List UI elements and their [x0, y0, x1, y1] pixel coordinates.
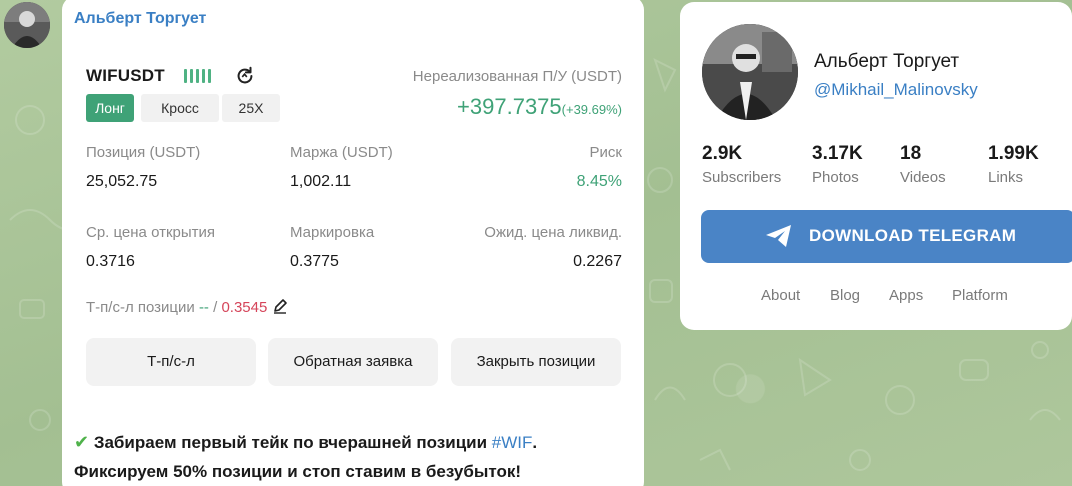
risk-label: Риск — [589, 144, 622, 161]
side-tag: Лонг — [86, 94, 134, 122]
pnl-percent: (+39.69%) — [561, 102, 622, 117]
tpsl-separator: / — [213, 299, 218, 316]
risk-cell: Риск 8.45% — [577, 144, 622, 191]
stat-photos: 3.17K Photos — [812, 143, 863, 186]
refresh-icon[interactable] — [234, 65, 256, 87]
mark-price-value: 0.3775 — [290, 253, 339, 270]
download-label: DOWNLOAD TELEGRAM — [809, 226, 1017, 245]
leverage-tag: 25X — [222, 94, 280, 122]
profile-name: Альберт Торгует — [814, 51, 960, 72]
message-author[interactable]: Альберт Торгует — [74, 10, 206, 28]
stat-caption: Subscribers — [702, 169, 782, 186]
message-text: ✔ Забираем первый тейк по вчерашней пози… — [74, 428, 634, 486]
stat-caption: Photos — [812, 169, 859, 186]
stat-caption: Videos — [900, 169, 946, 186]
message-line-1-end: . — [532, 433, 538, 452]
stat-videos: 18 Videos — [900, 143, 946, 186]
entry-price-cell: Ср. цена открытия 0.3716 — [86, 224, 215, 271]
link-about[interactable]: About — [761, 287, 800, 304]
position-size-cell: Позиция (USDT) 25,052.75 — [86, 144, 200, 191]
telegram-plane-icon — [766, 225, 791, 247]
sl-value: 0.3545 — [221, 299, 268, 316]
liquidation-price-cell: Ожид. цена ликвид. 0.2267 — [484, 224, 622, 271]
message-line-2: Фиксируем 50% позиции и стоп ставим в бе… — [74, 462, 522, 481]
link-blog[interactable]: Blog — [830, 287, 860, 304]
stat-caption: Links — [988, 169, 1024, 186]
download-telegram-button[interactable]: DOWNLOAD TELEGRAM — [701, 210, 1072, 263]
tpsl-label: Т-п/с-л позиции — [86, 299, 195, 316]
entry-price-label: Ср. цена открытия — [86, 224, 216, 241]
channel-avatar[interactable] — [4, 2, 50, 48]
unrealized-pnl-label: Нереализованная П/У (USDT) — [412, 68, 622, 85]
liquidation-price-value: 0.2267 — [573, 253, 622, 270]
stat-subscribers: 2.9K Subscribers — [702, 143, 781, 186]
link-platform[interactable]: Platform — [952, 287, 1008, 304]
close-position-button[interactable]: Закрыть позиции — [451, 338, 621, 386]
stat-number: 18 — [900, 143, 922, 164]
margin-value: 1,002.11 — [290, 173, 352, 190]
tpsl-row: Т-п/с-л позиции -- / 0.3545 — [86, 298, 622, 334]
message-line-1: Забираем первый тейк по вчерашней позици… — [93, 433, 488, 452]
margin-label: Маржа (USDT) — [290, 144, 393, 161]
tp-value: -- — [198, 299, 209, 316]
margin-mode-tag: Кросс — [141, 94, 219, 122]
action-buttons: Т-п/с-л Обратная заявка Закрыть позиции — [86, 338, 622, 388]
stat-number: 3.17K — [812, 143, 863, 164]
link-apps[interactable]: Apps — [889, 287, 923, 304]
margin-cell: Маржа (USDT) 1,002.11 — [290, 144, 393, 191]
signal-bars-icon — [184, 69, 211, 83]
stat-number: 1.99K — [988, 143, 1039, 164]
position-size-label: Позиция (USDT) — [86, 144, 201, 161]
position-size-value: 25,052.75 — [86, 173, 158, 190]
tpsl-button[interactable]: Т-п/с-л — [86, 338, 256, 386]
stat-links: 1.99K Links — [988, 143, 1039, 186]
pencil-icon[interactable] — [272, 298, 288, 314]
hashtag-link[interactable]: #WIF — [492, 433, 533, 452]
mark-price-cell: Маркировка 0.3775 — [290, 224, 374, 271]
unrealized-pnl-value: +397.7375(+39.69%) — [457, 94, 622, 120]
position-details: Позиция (USDT) 25,052.75 Маржа (USDT) 1,… — [86, 144, 622, 304]
reverse-order-button[interactable]: Обратная заявка — [268, 338, 438, 386]
trade-card: WIFUSDT Нереализованная П/У (USDT) Лонг … — [86, 60, 622, 388]
risk-value: 8.45% — [576, 173, 622, 190]
profile-avatar — [702, 24, 798, 120]
footer-links: About Blog Apps Platform — [680, 287, 1072, 309]
stat-number: 2.9K — [702, 143, 743, 164]
entry-price-value: 0.3716 — [86, 253, 135, 270]
checkmark-icon: ✔ — [74, 432, 90, 452]
channel-profile-card: Альберт Торгует @Mikhail_Malinovsky 2.9K… — [680, 2, 1072, 330]
profile-stats: 2.9K Subscribers 3.17K Photos 18 Videos … — [702, 143, 1062, 193]
ticker-symbol: WIFUSDT — [86, 66, 165, 85]
liquidation-price-label: Ожид. цена ликвид. — [484, 224, 622, 241]
message-bubble: Альберт Торгует WIFUSDT Нереализованная … — [62, 0, 644, 486]
mark-price-label: Маркировка — [290, 224, 375, 241]
profile-username[interactable]: @Mikhail_Malinovsky — [814, 80, 978, 100]
pnl-amount: +397.7375 — [457, 94, 562, 119]
